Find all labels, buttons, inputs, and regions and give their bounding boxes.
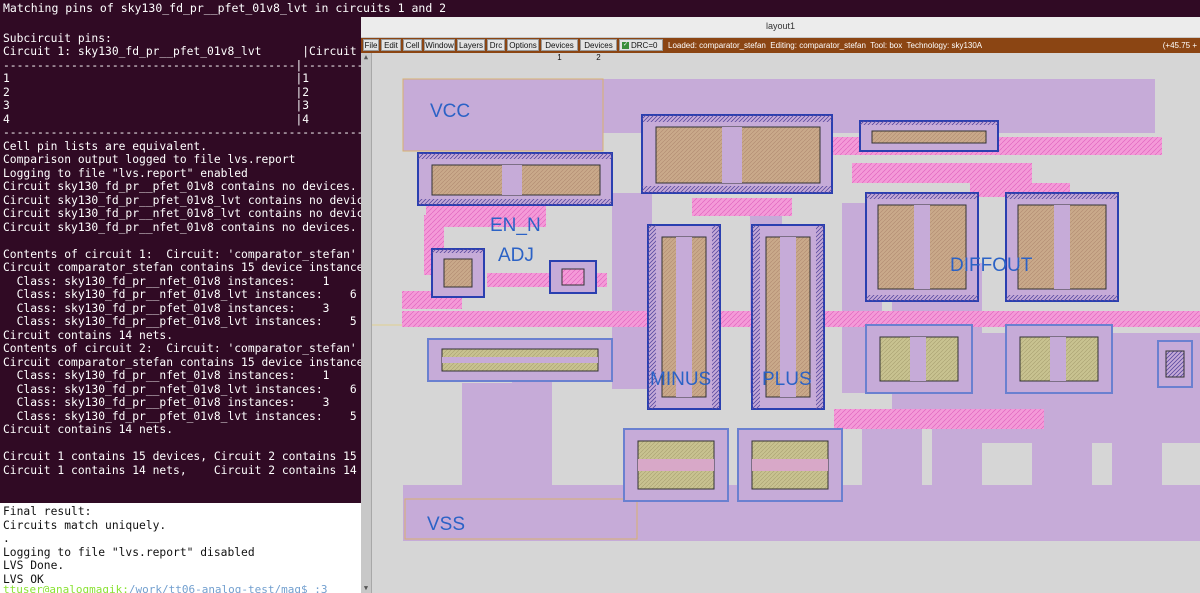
drc-label: DRC=0 xyxy=(631,41,658,50)
terminal-window[interactable]: Subcircuit pins: Circuit 1: sky130_fd_pr_… xyxy=(0,0,362,593)
window-title: layout1 xyxy=(765,21,796,31)
poly-route xyxy=(852,163,1032,183)
nfet-device-bottom xyxy=(737,428,843,502)
terminal-line: Circuit sky130_fd_pr__pfet_01v8 contains… xyxy=(3,180,357,193)
terminal-line: Contents of circuit 2: Circuit: 'compara… xyxy=(3,342,357,355)
menu-cell[interactable]: Cell xyxy=(403,39,422,51)
net-label-en-n: EN_N xyxy=(490,215,541,236)
terminal-line: Cell pin lists are equivalent. xyxy=(3,139,208,153)
terminal-line: Class: sky130_fd_pr__nfet_01v8_lvt insta… xyxy=(3,382,357,396)
layout-drawing[interactable]: VCC EN_N ADJ DIFFOUT MINUS PLUS VSS xyxy=(372,53,1200,593)
prompt-path: /work/tt06-analog-test/mag$ :3 xyxy=(128,583,328,593)
terminal-line: Class: sky130_fd_pr__nfet_01v8 instances… xyxy=(3,369,330,382)
scroll-down-icon[interactable]: ▼ xyxy=(361,584,371,593)
net-label-vcc: VCC xyxy=(430,101,470,122)
terminal-line: Circuit sky130_fd_pr__nfet_01v8_lvt cont… xyxy=(3,207,362,220)
pfet-device-large xyxy=(865,192,979,302)
terminal-line: Circuit 1 contains 14 nets, Circuit 2 co… xyxy=(3,463,357,477)
terminal-line: Class: sky130_fd_pr__pfet_01v8 instances… xyxy=(3,301,330,315)
magic-layout-window[interactable]: layout1 File Edit Cell Window Layers Drc… xyxy=(361,17,1200,593)
cursor-coordinates: (+45.75 + xyxy=(1162,41,1197,50)
terminal-line: Circuit comparator_stefan contains 15 de… xyxy=(3,261,362,274)
menu-devices-1[interactable]: Devices 1 xyxy=(541,39,578,62)
metal-column xyxy=(1112,413,1162,493)
terminal-final-line: Circuits match uniquely. xyxy=(3,518,167,532)
terminal-line: Class: sky130_fd_pr__nfet_01v8_lvt insta… xyxy=(3,288,357,301)
terminal-line: 4 |4 xyxy=(3,112,310,126)
scroll-up-icon[interactable]: ▲ xyxy=(361,53,371,62)
terminal-line: Class: sky130_fd_pr__nfet_01v8 instances… xyxy=(3,274,330,288)
menu-options[interactable]: Options xyxy=(507,39,539,51)
metal-column xyxy=(462,383,522,493)
terminal-final-line: . xyxy=(3,532,10,545)
status-text: Loaded: comparator_stefan Editing: compa… xyxy=(668,41,983,50)
terminal-line: Circuit contains 14 nets. xyxy=(3,423,174,436)
menu-layers[interactable]: Layers xyxy=(457,39,485,51)
net-label-adj: ADJ xyxy=(498,245,534,266)
terminal-line: Class: sky130_fd_pr__pfet_01v8_lvt insta… xyxy=(3,315,357,328)
terminal-line: Logging to file "lvs.report" enabled xyxy=(3,166,248,180)
menu-window[interactable]: Window xyxy=(424,39,455,51)
menu-edit[interactable]: Edit xyxy=(381,39,401,51)
net-label-vss: VSS xyxy=(427,514,465,535)
net-label-minus: MINUS xyxy=(650,369,711,390)
menu-drc[interactable]: Drc xyxy=(487,39,505,51)
terminal-line: Circuit sky130_fd_pr__nfet_01v8 contains… xyxy=(3,220,357,234)
terminal-line: Contents of circuit 1: Circuit: 'compara… xyxy=(3,247,357,261)
metal-column xyxy=(612,193,652,389)
menu-file[interactable]: File xyxy=(363,39,379,51)
vertical-scrollbar[interactable]: ▲ ▼ xyxy=(361,53,372,593)
terminal-line: 3 |3 xyxy=(3,99,310,112)
terminal-line: ----------------------------------------… xyxy=(3,126,362,139)
pfet-device-large xyxy=(1005,192,1119,302)
terminal-line: Comparison output logged to file lvs.rep… xyxy=(3,153,296,166)
terminal-line: Circuit 1 contains 15 devices, Circuit 2… xyxy=(3,450,357,463)
nfet-device xyxy=(865,324,973,394)
terminal-prompt[interactable]: ttuser@analogmagik:/work/tt06-analog-tes… xyxy=(3,584,328,593)
nfet-device-small xyxy=(549,260,597,294)
layout-canvas[interactable]: VCC EN_N ADJ DIFFOUT MINUS PLUS VSS xyxy=(372,53,1200,593)
net-label-plus: PLUS xyxy=(762,369,812,390)
terminal-final-line: LVS Done. xyxy=(3,559,65,572)
terminal-line: Class: sky130_fd_pr__pfet_01v8_lvt insta… xyxy=(3,409,357,423)
terminal-line: Subcircuit pins: xyxy=(3,31,112,45)
terminal-line: Class: sky130_fd_pr__pfet_01v8 instances… xyxy=(3,396,330,409)
terminal-final-line: Logging to file "lvs.report" disabled xyxy=(3,545,255,559)
terminal-line: 2 |2 xyxy=(3,85,310,99)
prompt-user: ttuser@analogmagik: xyxy=(3,583,129,593)
check-icon: ✓ xyxy=(622,42,629,50)
poly-route xyxy=(692,198,792,216)
nfet-device-small xyxy=(431,248,485,298)
pfet-device xyxy=(859,120,999,152)
terminal-selection-area: Final result: Circuits match uniquely.. Lo… xyxy=(0,503,362,593)
drc-indicator[interactable]: ✓ DRC=0 xyxy=(619,39,663,51)
terminal-line: ----------------------------------------… xyxy=(3,58,362,72)
nfet-device-wide xyxy=(427,338,613,382)
menu-bar: File Edit Cell Window Layers Drc Options… xyxy=(361,38,1200,62)
pfet-device xyxy=(417,152,613,206)
terminal-title: Matching pins of sky130_fd_pr__pfet_01v8… xyxy=(3,1,447,15)
terminal-line: 1 |1 xyxy=(3,72,310,85)
nfet-device-tiny xyxy=(1157,340,1193,388)
pfet-device xyxy=(641,114,833,194)
terminal-line: Circuit sky130_fd_pr__pfet_01v8_lvt cont… xyxy=(3,193,362,207)
terminal-line: Circuit comparator_stefan contains 15 de… xyxy=(3,355,362,369)
menu-devices-2[interactable]: Devices 2 xyxy=(580,39,617,62)
terminal-line: Circuit contains 14 nets. xyxy=(3,328,174,342)
terminal-title-bar: Matching pins of sky130_fd_pr__pfet_01v8… xyxy=(0,0,1200,18)
window-title-bar: layout1 xyxy=(361,17,1200,38)
poly-route xyxy=(834,409,1044,429)
terminal-line: Circuit 1: sky130_fd_pr__pfet_01v8_lvt |… xyxy=(3,45,362,58)
nfet-device xyxy=(1005,324,1113,394)
net-label-diffout: DIFFOUT xyxy=(950,255,1033,276)
nfet-device-bottom xyxy=(623,428,729,502)
terminal-final-line: Final result: xyxy=(3,505,92,518)
